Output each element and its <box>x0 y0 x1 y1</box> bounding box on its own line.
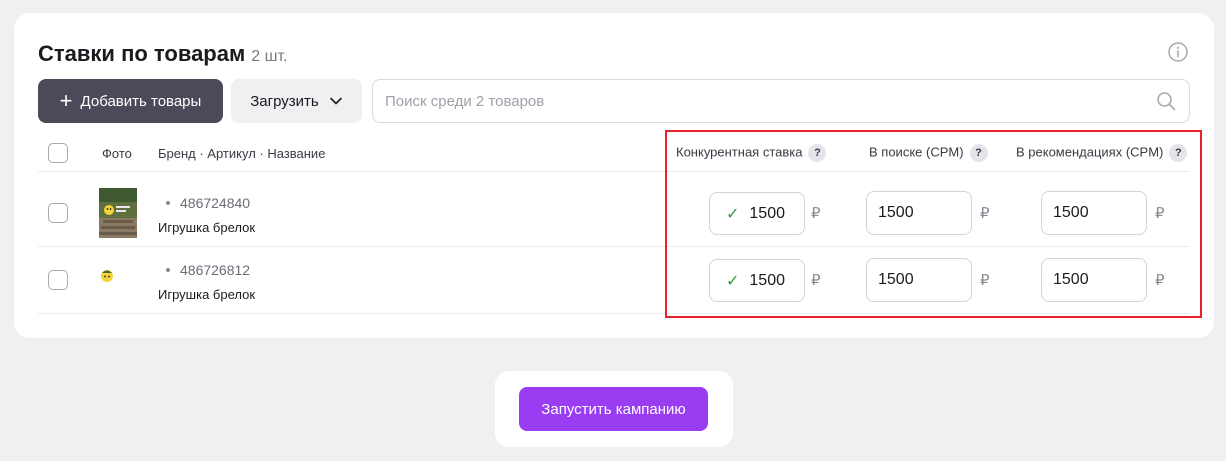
item-count: 2 шт. <box>251 48 288 65</box>
product-article: 486724840 <box>166 195 250 211</box>
add-products-button[interactable]: + Добавить товары <box>38 79 223 123</box>
info-icon[interactable] <box>1167 41 1189 63</box>
upload-dropdown-button[interactable]: Загрузить <box>231 79 362 123</box>
upload-label: Загрузить <box>250 92 319 110</box>
title-row: Ставки по товарам 2 шт. <box>38 41 287 67</box>
launch-campaign-button[interactable]: Запустить кампанию <box>519 387 708 431</box>
chevron-down-icon <box>329 97 342 105</box>
search-input[interactable] <box>385 92 1155 110</box>
row-checkbox[interactable] <box>48 203 68 223</box>
search-box[interactable] <box>372 79 1190 123</box>
launch-campaign-label: Запустить кампанию <box>541 400 686 418</box>
product-name: Игрушка брелок <box>158 220 256 235</box>
page-title: Ставки по товарам <box>38 41 246 66</box>
product-photo[interactable] <box>99 188 137 238</box>
highlight-box <box>665 130 1202 318</box>
select-all-checkbox[interactable] <box>48 143 68 163</box>
column-photo: Фото <box>102 146 132 161</box>
product-name: Игрушка брелок <box>158 287 256 302</box>
search-icon[interactable] <box>1155 90 1177 112</box>
plus-icon: + <box>59 88 73 113</box>
row-checkbox[interactable] <box>48 270 68 290</box>
column-name: Бренд · Артикул · Название <box>158 146 326 161</box>
bullet-icon <box>166 201 170 205</box>
article-number: 486726812 <box>180 262 251 278</box>
bullet-icon <box>166 268 170 272</box>
product-article: 486726812 <box>166 262 250 278</box>
article-number: 486724840 <box>180 195 251 211</box>
add-products-label: Добавить товары <box>80 92 202 110</box>
product-photo[interactable] <box>100 268 114 284</box>
